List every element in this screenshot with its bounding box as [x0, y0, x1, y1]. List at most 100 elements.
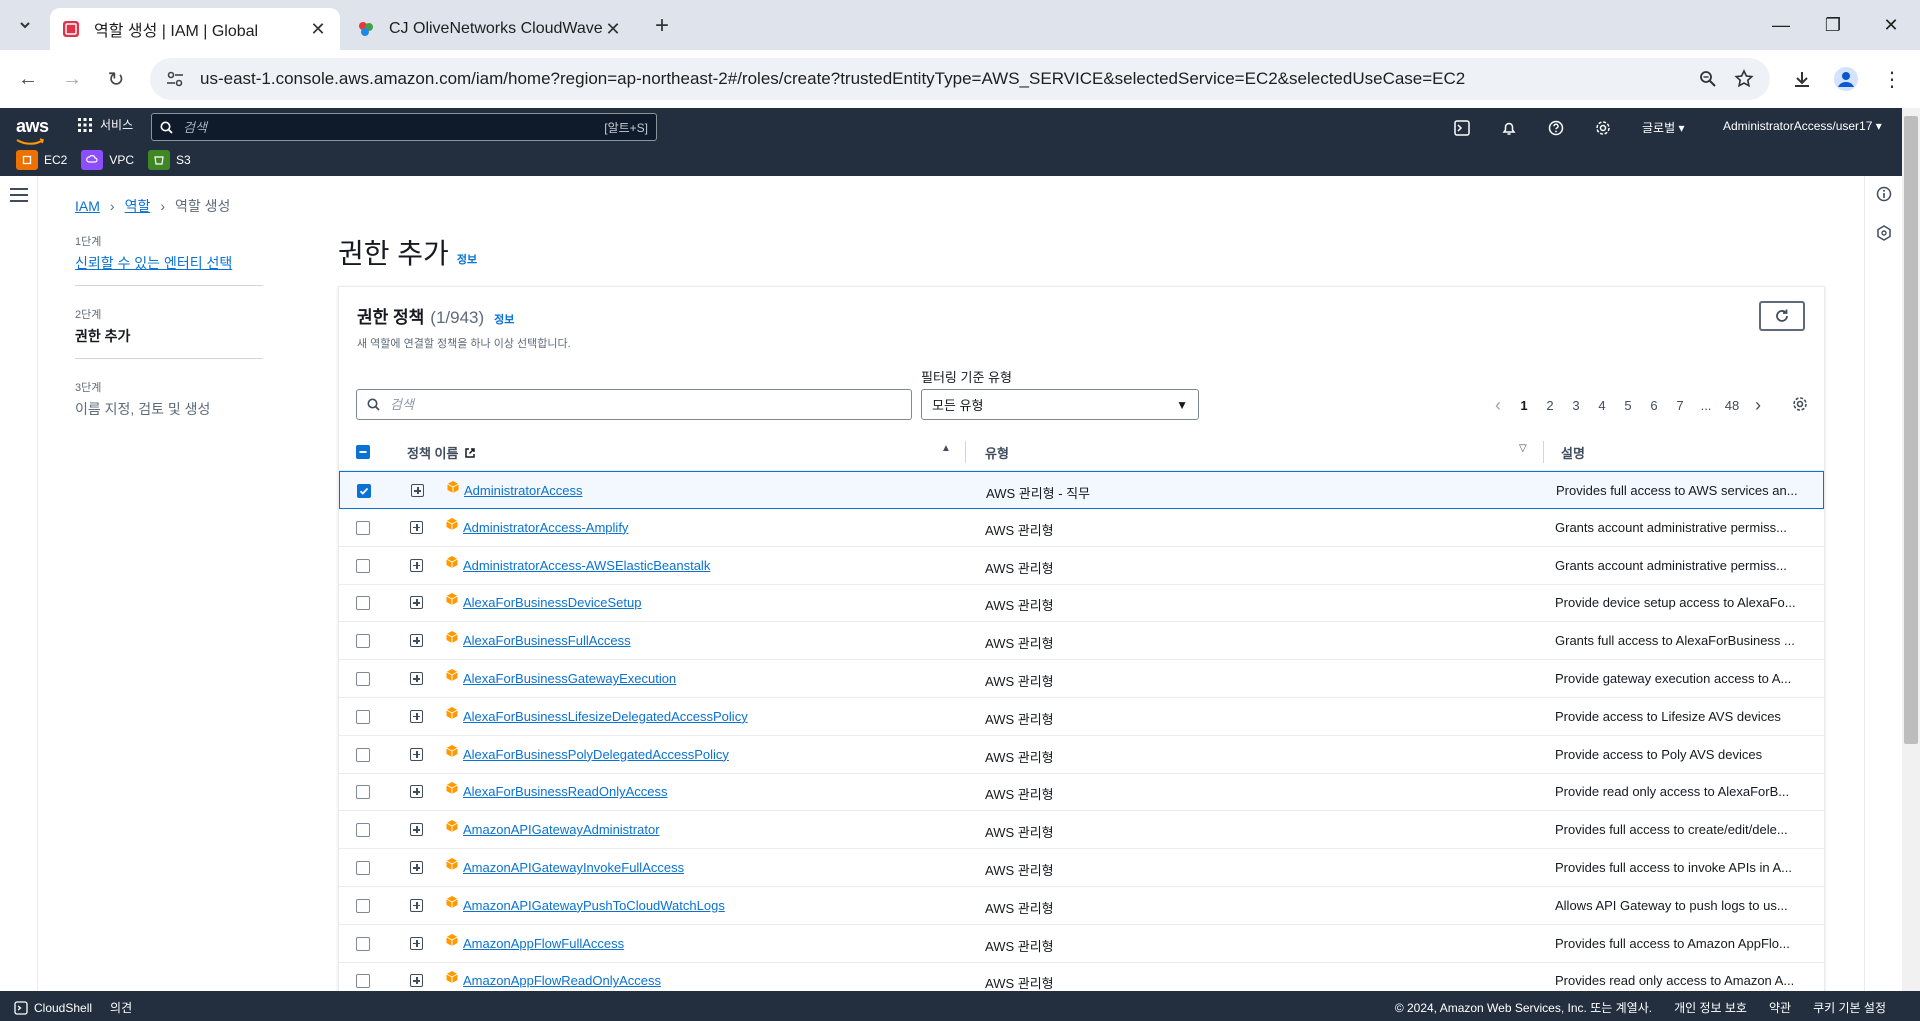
- policy-name-link[interactable]: AlexaForBusinessFullAccess: [463, 633, 631, 648]
- sort-ascending-icon[interactable]: ▲: [941, 443, 951, 454]
- row-checkbox[interactable]: [356, 672, 370, 686]
- hexagon-help-icon[interactable]: [1876, 225, 1892, 241]
- policy-name-link[interactable]: AdministratorAccess-Amplify: [463, 520, 628, 535]
- services-menu[interactable]: 서비스: [78, 116, 133, 133]
- column-header-type[interactable]: 유형: [985, 443, 1009, 462]
- expand-row-icon[interactable]: [410, 898, 423, 912]
- page-5[interactable]: 5: [1615, 398, 1641, 413]
- table-row[interactable]: AdministratorAccess-Amplify AWS 관리형 Grants…: [339, 509, 1824, 547]
- tab-iam-create-role[interactable]: 역할 생성 | IAM | Global ✕: [50, 8, 340, 50]
- account-menu[interactable]: AdministratorAccess/user17 ▾: [1723, 119, 1882, 133]
- page-48[interactable]: 48: [1719, 398, 1745, 413]
- favorite-s3[interactable]: S3: [148, 150, 191, 170]
- table-row[interactable]: AlexaForBusinessFullAccess AWS 관리형 Grants …: [339, 622, 1824, 661]
- expand-row-icon[interactable]: [410, 596, 423, 610]
- back-icon[interactable]: ←: [14, 65, 42, 93]
- policy-search[interactable]: [356, 389, 912, 420]
- refresh-button[interactable]: [1759, 301, 1805, 331]
- forward-icon[interactable]: →: [58, 65, 86, 93]
- table-preferences-icon[interactable]: [1789, 393, 1811, 415]
- policy-name-link[interactable]: AlexaForBusinessReadOnlyAccess: [463, 784, 667, 799]
- table-row[interactable]: AlexaForBusinessLifesizeDelegatedAccessP…: [339, 698, 1824, 736]
- policy-name-link[interactable]: AmazonAppFlowReadOnlyAccess: [463, 973, 661, 988]
- table-row[interactable]: AlexaForBusinessGatewayExecution AWS 관리형 P…: [339, 660, 1824, 698]
- global-search[interactable]: [알트+S]: [151, 113, 657, 141]
- page-1[interactable]: 1: [1511, 398, 1537, 413]
- tab-search-chevron-icon[interactable]: [8, 10, 42, 40]
- row-checkbox[interactable]: [356, 596, 370, 611]
- row-checkbox[interactable]: [356, 861, 370, 875]
- browser-menu-icon[interactable]: ⋮: [1876, 63, 1908, 95]
- expand-row-icon[interactable]: [410, 974, 423, 988]
- aws-logo[interactable]: aws: [16, 116, 49, 145]
- favorite-ec2[interactable]: EC2: [16, 150, 67, 170]
- policy-name-link[interactable]: AmazonAppFlowFullAccess: [463, 936, 624, 951]
- expand-row-icon[interactable]: [410, 823, 423, 837]
- region-selector[interactable]: 글로벌 ▾: [1642, 119, 1685, 136]
- table-row[interactable]: AdministratorAccess-AWSElasticBeanstalk A…: [339, 547, 1824, 585]
- next-page-icon[interactable]: ›: [1745, 395, 1771, 416]
- terms-link[interactable]: 약관: [1769, 999, 1791, 1016]
- expand-row-icon[interactable]: [410, 861, 423, 874]
- policy-name-link[interactable]: AmazonAPIGatewayInvokeFullAccess: [463, 860, 684, 875]
- profile-avatar-icon[interactable]: [1830, 63, 1862, 95]
- sort-descending-icon[interactable]: ▽: [1519, 443, 1527, 454]
- new-tab-icon[interactable]: +: [648, 12, 676, 40]
- column-header-description[interactable]: 설명: [1561, 443, 1585, 462]
- expand-row-icon[interactable]: [410, 672, 423, 685]
- cloudshell-button[interactable]: CloudShell: [14, 1001, 92, 1015]
- table-row[interactable]: AdministratorAccess AWS 관리형 - 직무 Provides …: [339, 471, 1824, 509]
- table-row[interactable]: AmazonAPIGatewayAdministrator AWS 관리형 Prov…: [339, 811, 1824, 850]
- page-6[interactable]: 6: [1641, 398, 1667, 413]
- expand-row-icon[interactable]: [410, 520, 423, 534]
- breadcrumb-iam[interactable]: IAM: [75, 198, 100, 214]
- download-icon[interactable]: [1786, 63, 1818, 95]
- feedback-link[interactable]: 의견: [110, 999, 132, 1016]
- help-icon[interactable]: [1545, 117, 1567, 139]
- page-2[interactable]: 2: [1537, 398, 1563, 413]
- close-tab-icon[interactable]: ✕: [603, 19, 623, 39]
- page-scrollbar[interactable]: [1902, 108, 1920, 991]
- row-checkbox[interactable]: [356, 709, 370, 724]
- favorite-vpc[interactable]: VPC: [81, 150, 134, 170]
- row-checkbox[interactable]: [356, 898, 370, 913]
- select-all-checkbox[interactable]: [356, 445, 370, 459]
- expand-row-icon[interactable]: [410, 785, 423, 799]
- address-bar[interactable]: us-east-1.console.aws.amazon.com/iam/hom…: [150, 58, 1770, 100]
- zoom-icon[interactable]: [1690, 61, 1726, 97]
- row-checkbox[interactable]: [356, 558, 370, 573]
- row-checkbox[interactable]: [356, 936, 370, 951]
- tab-cloudwave[interactable]: CJ OliveNetworks CloudWave ✕: [345, 8, 635, 50]
- table-row[interactable]: AlexaForBusinessPolyDelegatedAccessPolic…: [339, 736, 1824, 774]
- step-link-trusted-entity[interactable]: 신뢰할 수 있는 엔터티 선택: [75, 253, 263, 273]
- row-checkbox[interactable]: [356, 634, 370, 649]
- page-3[interactable]: 3: [1563, 398, 1589, 413]
- cloudshell-icon[interactable]: [1451, 117, 1473, 139]
- cookie-preferences-link[interactable]: 쿠키 기본 설정: [1813, 999, 1886, 1016]
- expand-row-icon[interactable]: [410, 747, 423, 761]
- close-tab-icon[interactable]: ✕: [308, 19, 328, 39]
- expand-row-icon[interactable]: [410, 709, 423, 723]
- policy-name-link[interactable]: AmazonAPIGatewayAdministrator: [463, 822, 660, 837]
- info-panel-icon[interactable]: [1876, 186, 1892, 202]
- policy-name-link[interactable]: AdministratorAccess: [464, 483, 582, 498]
- bookmark-star-icon[interactable]: [1726, 61, 1762, 97]
- close-window-icon[interactable]: ✕: [1866, 0, 1916, 50]
- table-row[interactable]: AlexaForBusinessReadOnlyAccess AWS 관리형 Pro…: [339, 773, 1824, 812]
- policy-name-link[interactable]: AmazonAPIGatewayPushToCloudWatchLogs: [463, 898, 725, 913]
- notifications-bell-icon[interactable]: [1498, 117, 1520, 139]
- row-checkbox[interactable]: [356, 520, 370, 535]
- column-resizer[interactable]: [1543, 441, 1544, 463]
- settings-gear-icon[interactable]: [1592, 117, 1614, 139]
- filter-type-select[interactable]: 모든 유형 ▼: [921, 389, 1199, 420]
- expand-row-icon[interactable]: [410, 558, 423, 572]
- reload-icon[interactable]: ↻: [102, 65, 130, 93]
- minimize-icon[interactable]: —: [1756, 0, 1806, 50]
- policy-name-link[interactable]: AlexaForBusinessLifesizeDelegatedAccessP…: [463, 709, 748, 724]
- table-row[interactable]: AmazonAPIGatewayPushToCloudWatchLogs AWS …: [339, 887, 1824, 925]
- policy-search-input[interactable]: [380, 397, 901, 412]
- previous-page-icon[interactable]: ‹: [1485, 395, 1511, 416]
- column-header-name[interactable]: 정책 이름: [407, 443, 476, 462]
- panel-info-link[interactable]: 정보: [494, 311, 514, 327]
- privacy-link[interactable]: 개인 정보 보호: [1674, 999, 1747, 1016]
